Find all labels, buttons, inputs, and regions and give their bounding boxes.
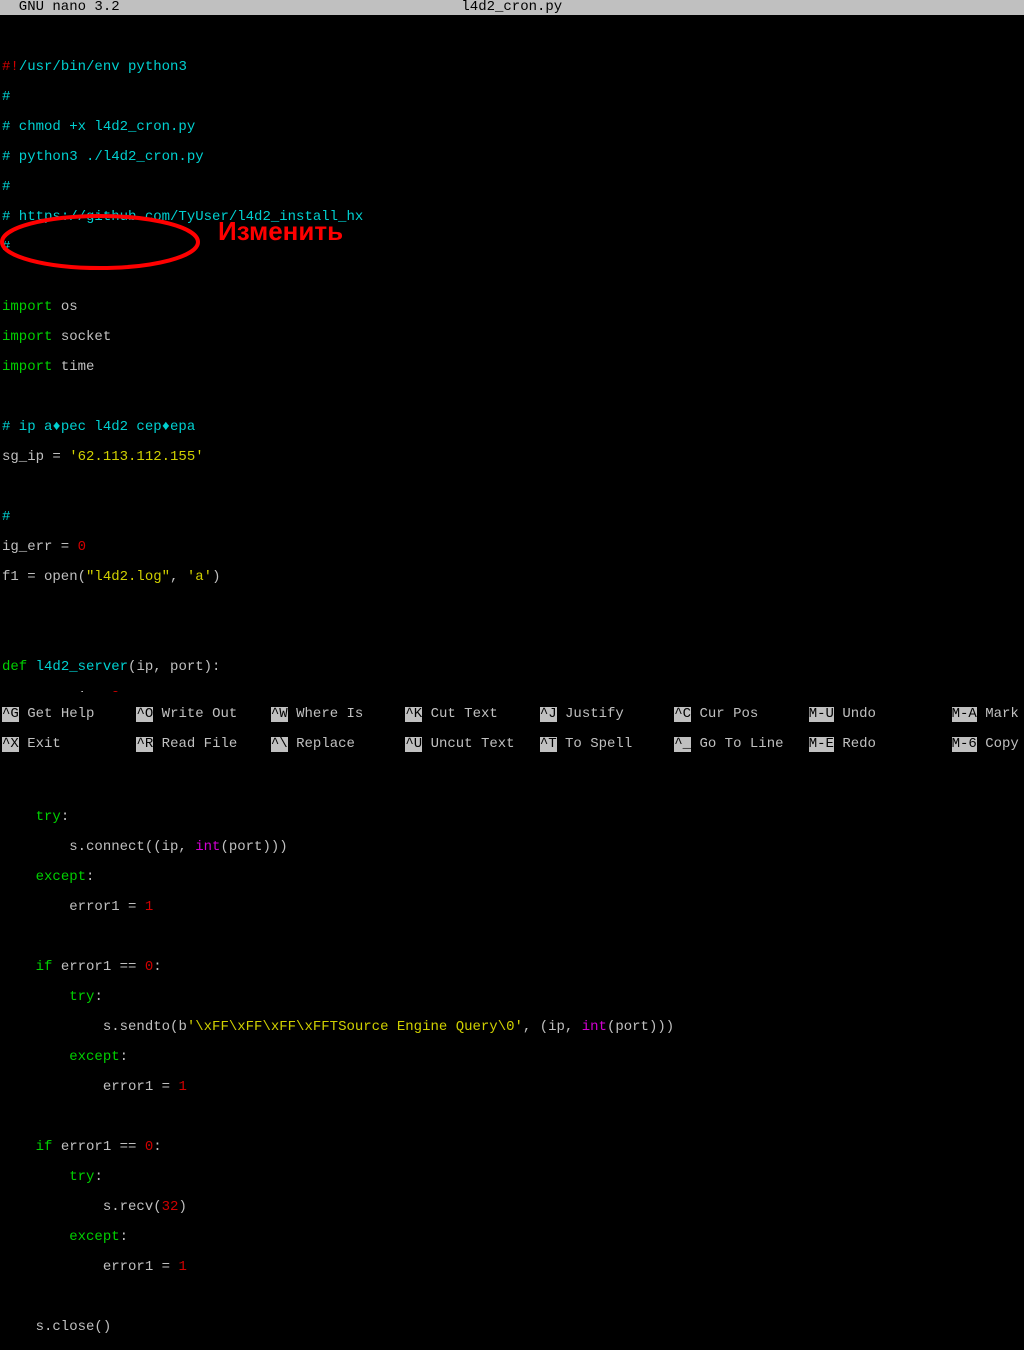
shortcut-key[interactable]: ^W (271, 707, 288, 722)
code-line: ig_err = 0 (2, 540, 1024, 555)
shortcut-label: Go To Line (691, 736, 792, 752)
code-line (2, 600, 1024, 615)
code-line (2, 390, 1024, 405)
code-line (2, 780, 1024, 795)
code-line: #!/usr/bin/env python3 (2, 60, 1024, 75)
code-line: # ip а♦рес l4d2 сер♦ера (2, 420, 1024, 435)
code-line: s.close() (2, 1320, 1024, 1335)
shortcut-key[interactable]: ^K (405, 707, 422, 722)
code-line: import time (2, 360, 1024, 375)
help-bar: ^G Get Help ^O Write Out ^W Where Is ^K … (0, 692, 1024, 767)
shortcut-label: Get Help (19, 706, 120, 722)
shortcut-label: Undo (834, 706, 935, 722)
shortcut-key[interactable]: M-A (952, 707, 977, 722)
code-line: f1 = open("l4d2.log", 'a') (2, 570, 1024, 585)
code-line: except: (2, 870, 1024, 885)
code-line: try: (2, 990, 1024, 1005)
code-line (2, 1290, 1024, 1305)
code-line: try: (2, 810, 1024, 825)
code-line: except: (2, 1230, 1024, 1245)
shortcut-label: Read File (153, 736, 254, 752)
code-line: # (2, 90, 1024, 105)
shortcut-key[interactable]: M-6 (952, 737, 977, 752)
shortcut-key[interactable]: ^U (405, 737, 422, 752)
shortcut-key[interactable]: ^T (540, 737, 557, 752)
shortcut-label: Exit (19, 736, 120, 752)
shortcut-label: Replace (288, 736, 389, 752)
shortcut-key[interactable]: ^G (2, 707, 19, 722)
code-line: # chmod +x l4d2_cron.py (2, 120, 1024, 135)
code-line: s.connect((ip, int(port))) (2, 840, 1024, 855)
code-line (2, 480, 1024, 495)
code-line: # (2, 180, 1024, 195)
shortcut-label: Uncut Text (422, 736, 523, 752)
shortcut-label: Write Out (153, 706, 254, 722)
code-line: s.recv(32) (2, 1200, 1024, 1215)
shortcut-label: To Spell (557, 736, 658, 752)
shortcut-key[interactable]: ^R (136, 737, 153, 752)
help-row-2: ^X Exit ^R Read File ^\ Replace ^U Uncut… (2, 737, 1024, 752)
shortcut-key[interactable]: ^X (2, 737, 19, 752)
code-line (2, 1110, 1024, 1125)
code-line: # python3 ./l4d2_cron.py (2, 150, 1024, 165)
shortcut-key[interactable]: ^\ (271, 737, 288, 752)
code-line: error1 = 1 (2, 1260, 1024, 1275)
code-line: except: (2, 1050, 1024, 1065)
code-line: s.sendto(b'\xFF\xFF\xFF\xFFTSource Engin… (2, 1020, 1024, 1035)
shortcut-key[interactable]: ^_ (674, 737, 691, 752)
code-line: # https://github.com/TyUser/l4d2_install… (2, 210, 1024, 225)
title-bar: GNU nano 3.2 l4d2_cron.py (0, 0, 1024, 15)
code-line: import socket (2, 330, 1024, 345)
code-line (2, 930, 1024, 945)
app-name: GNU nano 3.2 (0, 0, 120, 15)
code-line (2, 270, 1024, 285)
code-line: if error1 == 0: (2, 1140, 1024, 1155)
shortcut-label: Cut Text (422, 706, 523, 722)
code-line: # (2, 240, 1024, 255)
code-line: try: (2, 1170, 1024, 1185)
editor-area[interactable]: #!/usr/bin/env python3 # # chmod +x l4d2… (0, 15, 1024, 1350)
code-line: # (2, 510, 1024, 525)
help-row-1: ^G Get Help ^O Write Out ^W Where Is ^K … (2, 707, 1024, 722)
shortcut-label: Copy Text (977, 736, 1024, 752)
code-line: import os (2, 300, 1024, 315)
shortcut-key[interactable]: M-E (809, 737, 834, 752)
code-line: def l4d2_server(ip, port): (2, 660, 1024, 675)
code-line: if error1 == 0: (2, 960, 1024, 975)
code-line (2, 30, 1024, 45)
code-line (2, 630, 1024, 645)
shortcut-key[interactable]: ^C (674, 707, 691, 722)
code-line: error1 = 1 (2, 1080, 1024, 1095)
shortcut-label: Where Is (288, 706, 389, 722)
shortcut-key[interactable]: ^O (136, 707, 153, 722)
shortcut-key[interactable]: M-U (809, 707, 834, 722)
shortcut-label: Mark Text (977, 706, 1024, 722)
shortcut-label: Justify (557, 706, 658, 722)
code-line: error1 = 1 (2, 900, 1024, 915)
file-name: l4d2_cron.py (120, 0, 904, 15)
code-line: sg_ip = '62.113.112.155' (2, 450, 1024, 465)
shortcut-label: Cur Pos (691, 706, 792, 722)
shortcut-key[interactable]: ^J (540, 707, 557, 722)
shortcut-label: Redo (834, 736, 935, 752)
